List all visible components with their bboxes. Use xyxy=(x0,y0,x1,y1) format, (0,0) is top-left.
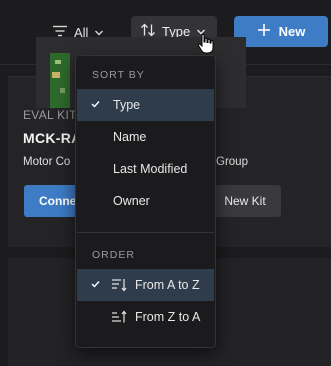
card-eyebrow: EVAL KIT xyxy=(23,108,77,122)
connect-button[interactable]: Conne xyxy=(24,185,80,217)
check-icon xyxy=(91,280,100,291)
order-option-a-to-z[interactable]: From A to Z xyxy=(77,269,214,301)
sort-descending-icon xyxy=(111,310,127,327)
plus-icon xyxy=(257,23,271,40)
sort-option-label: Type xyxy=(113,98,141,112)
check-icon xyxy=(91,100,100,111)
sort-ascending-icon xyxy=(111,278,127,295)
sort-option-label: Last Modified xyxy=(113,162,188,176)
pcb-detail xyxy=(55,60,61,64)
card-description: Motor Co xyxy=(23,156,71,168)
sort-option-name[interactable]: Name xyxy=(77,121,214,153)
menu-divider xyxy=(77,232,214,233)
order-option-label: From A to Z xyxy=(135,278,200,292)
pcb-detail xyxy=(52,72,60,78)
sort-option-label: Name xyxy=(113,130,147,144)
sort-option-last-modified[interactable]: Last Modified xyxy=(77,153,214,185)
card-description-tail: Group xyxy=(216,156,248,168)
new-label: New xyxy=(278,24,306,39)
order-option-label: From Z to A xyxy=(135,310,201,324)
hand-cursor-icon xyxy=(197,33,215,60)
pcb-detail xyxy=(60,88,65,93)
sort-by-header: SORT BY xyxy=(92,69,145,81)
sort-option-label: Owner xyxy=(113,194,150,208)
card-title: MCK-RA xyxy=(23,130,82,146)
sort-dropdown-menu: SORT BY Type Name Last Modified Owner OR… xyxy=(75,55,216,348)
order-option-z-to-a[interactable]: From Z to A xyxy=(77,301,214,333)
new-button[interactable]: New xyxy=(234,16,328,47)
order-header: ORDER xyxy=(92,249,135,261)
sort-option-owner[interactable]: Owner xyxy=(77,185,214,217)
sort-option-type[interactable]: Type xyxy=(77,89,214,121)
new-kit-button[interactable]: New Kit xyxy=(209,185,281,217)
